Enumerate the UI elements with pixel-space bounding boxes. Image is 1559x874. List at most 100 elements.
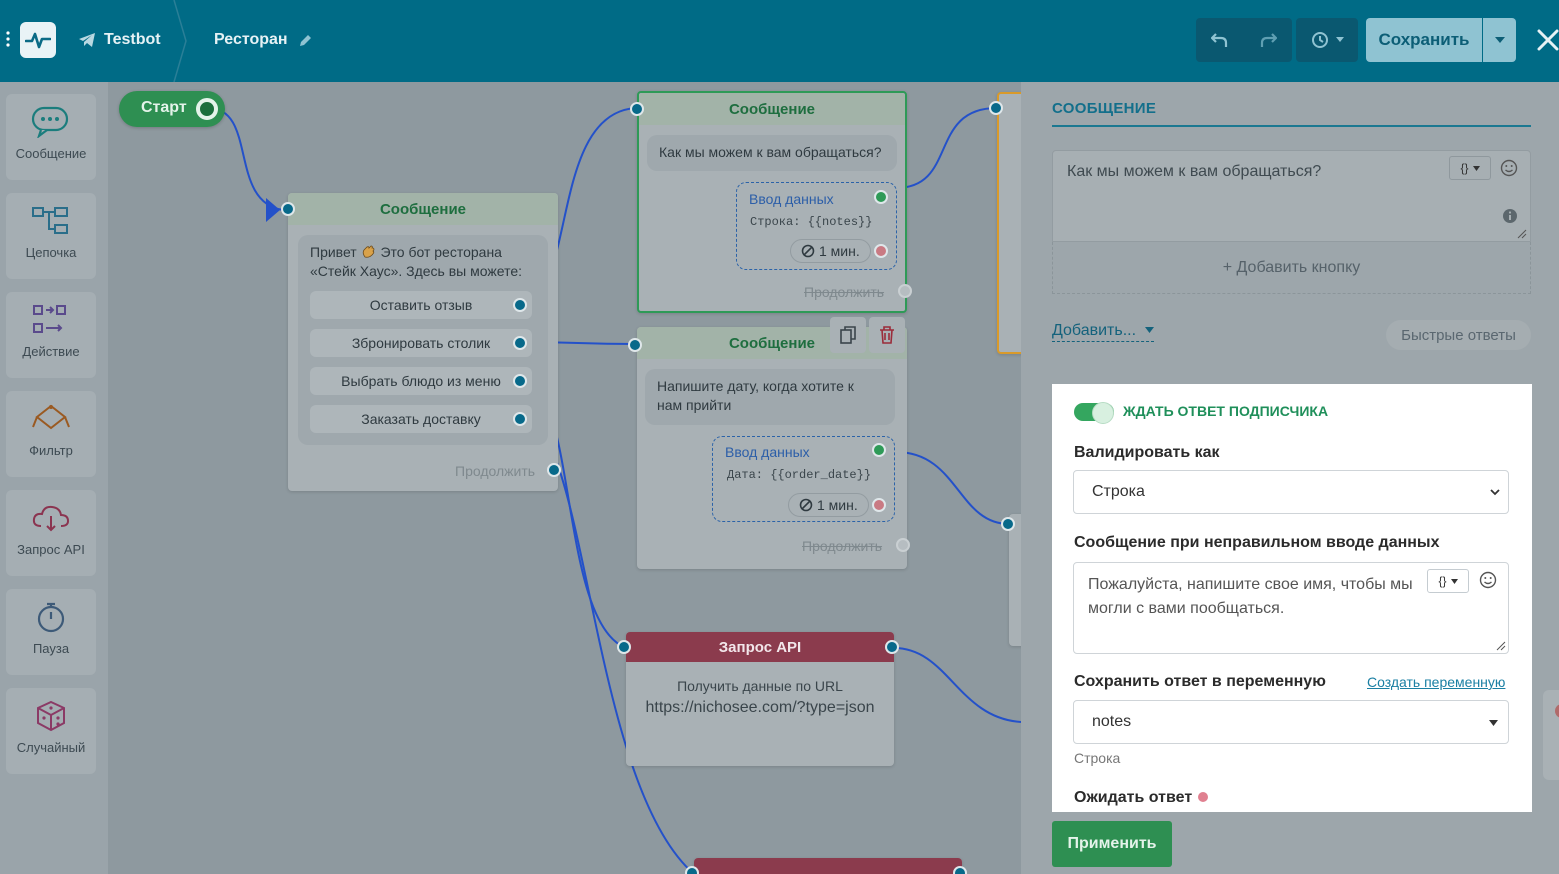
flow-canvas[interactable]: Старт Сообщение Привет Это бот ресторана… (108, 82, 1021, 874)
node-input-port[interactable] (989, 101, 1003, 115)
breadcrumb-bot[interactable]: Testbot (78, 28, 161, 52)
block-icon (799, 498, 813, 512)
node-input-port[interactable] (1001, 517, 1015, 531)
quick-button-delivery[interactable]: Заказать доставку (310, 405, 532, 433)
tool-label: Пауза (32, 641, 70, 656)
pencil-icon[interactable] (298, 33, 313, 48)
save-button[interactable]: Сохранить (1366, 18, 1482, 62)
chevron-down-icon (1490, 489, 1500, 496)
input-data-title: Ввод данных (749, 191, 834, 207)
message-node-date[interactable]: Сообщение Напишите дату, когда хотите к … (628, 317, 910, 569)
tool-pause[interactable]: Пауза (6, 589, 96, 675)
node-output-port[interactable] (885, 640, 899, 654)
node-output-port[interactable] (953, 866, 967, 874)
error-message-textarea[interactable]: Пожалуйста, напишите свое имя, чтобы мы … (1073, 562, 1509, 654)
message-text-area[interactable]: Как мы можем к вам обращаться? {} (1052, 150, 1531, 242)
insert-variable-button[interactable]: {} (1427, 569, 1469, 593)
error-message-text: Пожалуйста, напишите свое имя, чтобы мы … (1088, 576, 1413, 617)
resize-handle-icon[interactable] (1517, 229, 1527, 239)
variable-select[interactable]: notes (1073, 700, 1509, 744)
insert-variable-button[interactable]: {} (1449, 156, 1491, 180)
chevron-down-icon (1450, 578, 1458, 584)
copy-icon (840, 326, 856, 344)
action-icon (33, 305, 66, 333)
quick-button-review[interactable]: Оставить отзыв (310, 291, 532, 319)
menu-dots-icon[interactable] (6, 30, 10, 48)
node-input-port[interactable] (617, 640, 631, 654)
input-variable: Строка: {{notes}} (750, 215, 873, 229)
chevron-down-icon (1336, 37, 1344, 42)
save-dropdown-button[interactable] (1483, 18, 1516, 62)
add-more-dropdown[interactable]: Добавить... (1052, 321, 1154, 342)
button-output-port[interactable] (513, 374, 527, 388)
validate-select[interactable]: Строка (1073, 470, 1509, 514)
delete-node-button[interactable] (869, 317, 905, 353)
history-button[interactable] (1296, 18, 1358, 62)
side-help-widget[interactable] (1543, 690, 1559, 780)
node-input-port[interactable] (685, 866, 699, 874)
partial-node-mid[interactable] (1009, 514, 1021, 646)
quick-button-menu[interactable]: Выбрать блюдо из меню (310, 367, 532, 395)
dice-icon (37, 700, 65, 732)
continue-label: Продолжить (804, 284, 885, 300)
api-description: Получить данные по URL (677, 678, 843, 694)
start-port[interactable] (196, 98, 218, 120)
continue-output-port[interactable] (896, 538, 910, 552)
wait-reply-toggle[interactable] (1074, 402, 1114, 424)
timeout-port[interactable] (872, 498, 886, 512)
start-node[interactable]: Старт (119, 91, 225, 127)
node-input-port[interactable] (281, 202, 295, 216)
input-success-port[interactable] (874, 190, 888, 204)
stopwatch-icon (37, 602, 65, 633)
message-text-part: Это бот ресторана (380, 244, 502, 260)
quick-replies-button[interactable]: Быстрые ответы (1386, 320, 1531, 350)
continue-output-port[interactable] (898, 284, 912, 298)
input-success-port[interactable] (872, 443, 886, 457)
redo-button[interactable] (1244, 18, 1292, 62)
breadcrumb-separator (173, 0, 187, 82)
quick-button-booking[interactable]: Збронировать столик (310, 329, 532, 357)
breadcrumb-flow[interactable]: Ресторан (214, 28, 313, 52)
wait-answer-label: Ожидать ответ (1074, 789, 1209, 807)
node-input-port[interactable] (628, 338, 642, 352)
tool-message[interactable]: Сообщение (6, 94, 96, 180)
tool-api-request[interactable]: Запрос API (6, 490, 96, 576)
tool-chain[interactable]: Цепочка (6, 193, 96, 279)
tool-filter[interactable]: Фильтр (6, 391, 96, 477)
create-variable-link[interactable]: Создать переменную (1367, 674, 1505, 690)
input-data-title: Ввод данных (725, 444, 810, 460)
continue-label: Продолжить (802, 538, 883, 554)
copy-node-button[interactable] (830, 317, 866, 353)
tool-action[interactable]: Действие (6, 292, 96, 378)
message-node-name[interactable]: Сообщение Как мы можем к вам обращаться?… (630, 91, 912, 313)
message-text-part: нам прийти (657, 397, 732, 413)
node-input-port[interactable] (630, 102, 644, 116)
timeout-port[interactable] (874, 244, 888, 258)
resize-handle-icon[interactable] (1496, 641, 1506, 651)
close-button[interactable] (1530, 22, 1559, 58)
info-icon[interactable] (1502, 208, 1518, 224)
chain-icon (32, 207, 68, 234)
tool-random[interactable]: Случайный (6, 688, 96, 774)
message-node-greeting[interactable]: Сообщение Привет Это бот ресторана «Стей… (281, 193, 561, 491)
emoji-icon[interactable] (1500, 159, 1518, 177)
braces-icon: {} (1460, 161, 1469, 175)
partial-node-top[interactable] (997, 92, 1021, 354)
continue-output-port[interactable] (547, 463, 561, 477)
app-logo-icon[interactable] (20, 22, 56, 58)
message-text: Как мы можем к вам обращаться? (1067, 163, 1322, 180)
node-title: Запрос API (626, 632, 894, 662)
add-button[interactable]: + Добавить кнопку (1052, 242, 1531, 294)
button-output-port[interactable] (513, 412, 527, 426)
message-text-part: Привет (310, 244, 357, 260)
undo-button[interactable] (1196, 18, 1244, 62)
button-output-port[interactable] (513, 298, 527, 312)
timeout-label: 1 мин. (817, 497, 858, 513)
emoji-icon[interactable] (1479, 571, 1497, 589)
apply-button[interactable]: Применить (1052, 821, 1172, 867)
api-request-node[interactable]: Запрос API Получить данные по URL https:… (617, 632, 899, 766)
node-title: Запрос API (694, 858, 962, 874)
api-request-node-2[interactable]: Запрос API (685, 858, 967, 874)
message-text-part: Напишите дату, когда хотите к (657, 378, 854, 394)
button-output-port[interactable] (513, 336, 527, 350)
